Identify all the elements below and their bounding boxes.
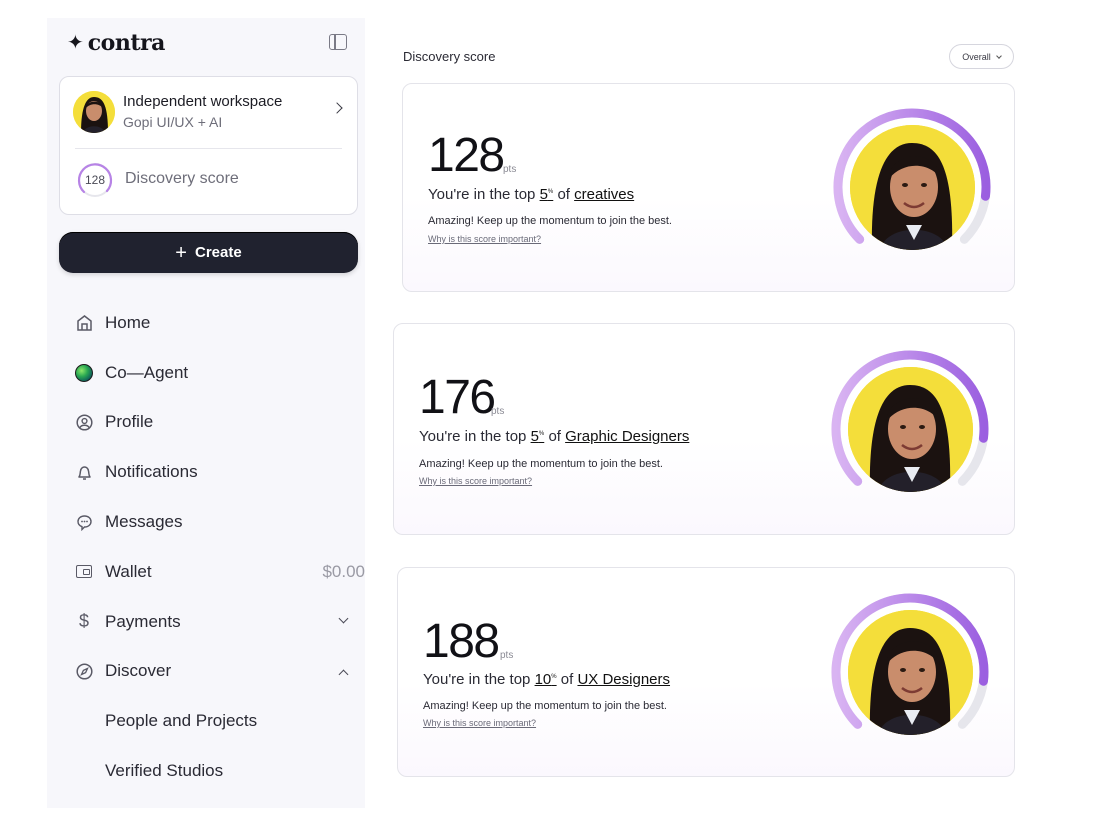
- sidebar-item-label: Home: [105, 312, 151, 332]
- sidebar-item-discover[interactable]: Discover: [75, 647, 349, 697]
- filter-dropdown[interactable]: Overall: [949, 44, 1014, 69]
- profile-photo: [847, 609, 973, 735]
- rank-percent-value: 10: [534, 671, 552, 688]
- collapse-sidebar-icon[interactable]: [329, 34, 347, 50]
- sidebar-subitem-verified-studios[interactable]: Verified Studios: [75, 746, 347, 796]
- score-points: 188: [423, 615, 500, 668]
- workspace-card[interactable]: Independent workspace Gopi UI/UX + AI 12…: [59, 76, 358, 215]
- score-message: Amazing! Keep up the momentum to join th…: [423, 700, 667, 712]
- plus-icon: +: [175, 241, 187, 264]
- profile-photo: [847, 366, 973, 492]
- rank-of: of: [560, 671, 574, 688]
- page-title: Discovery score: [403, 49, 496, 64]
- score-rank-line: You're in the top 5% of creatives: [428, 186, 634, 203]
- sidebar-item-label: Messages: [105, 512, 183, 532]
- score-message: Amazing! Keep up the momentum to join th…: [428, 215, 672, 227]
- sidebar-item-label: People and Projects: [105, 711, 258, 731]
- sidebar-nav: Home Co—Agent Profile Notifications Mess…: [75, 298, 365, 796]
- wallet-balance: $0.00: [322, 561, 365, 581]
- score-message: Amazing! Keep up the momentum to join th…: [419, 458, 663, 470]
- logo-row: ✦ contra: [67, 32, 347, 54]
- sidebar-item-label: Profile: [105, 412, 154, 432]
- create-button[interactable]: + Create: [59, 232, 358, 273]
- create-button-label: Create: [194, 244, 242, 261]
- rank-percent: 10%: [535, 671, 557, 688]
- sidebar-item-label: Notifications: [105, 462, 198, 482]
- rank-prefix: You're in the top: [419, 428, 527, 445]
- rank-of: of: [557, 186, 570, 203]
- chevron-up-icon[interactable]: [338, 669, 349, 680]
- score-card: 176 pts You're in the top 5% of Graphic …: [393, 323, 1015, 535]
- divider: [75, 148, 342, 149]
- rank-category-link[interactable]: Graphic Designers: [565, 428, 689, 445]
- score-info-link[interactable]: Why is this score important?: [428, 234, 541, 244]
- rank-percent-value: 5: [539, 186, 548, 203]
- dollar-icon: $: [78, 611, 89, 632]
- brand-mark-icon: ✦: [67, 32, 84, 54]
- percent-sign: %: [551, 674, 557, 680]
- sidebar-item-home[interactable]: Home: [75, 298, 347, 348]
- profile-icon: [75, 413, 93, 431]
- home-icon: [75, 314, 93, 332]
- rank-category-link[interactable]: creatives: [574, 186, 634, 203]
- rank-prefix: You're in the top: [428, 186, 536, 203]
- score-info-link[interactable]: Why is this score important?: [419, 476, 532, 486]
- chevron-down-icon: [995, 52, 1002, 59]
- sidebar-item-label: Discover: [105, 661, 172, 681]
- workspace-score-label: Discovery score: [125, 170, 239, 187]
- message-icon: [75, 513, 93, 531]
- rank-percent: 5%: [540, 186, 554, 203]
- score-rank-line: You're in the top 10% of UX Designers: [423, 671, 670, 688]
- sidebar-item-messages[interactable]: Messages: [75, 497, 347, 547]
- score-points: 176: [419, 371, 496, 424]
- rank-category-link[interactable]: UX Designers: [577, 671, 670, 688]
- brand-name: contra: [87, 30, 166, 56]
- rank-prefix: You're in the top: [423, 671, 531, 688]
- rank-percent: 5%: [531, 428, 545, 445]
- profile-photo: [849, 124, 975, 250]
- chevron-down-icon[interactable]: [338, 613, 349, 624]
- sidebar-item-label: Payments: [105, 611, 181, 631]
- sidebar-item-label: Verified Studios: [105, 761, 224, 781]
- score-card: 188 pts You're in the top 10% of UX Desi…: [397, 567, 1015, 777]
- chevron-right-icon: [331, 102, 343, 114]
- sidebar-item-notifications[interactable]: Notifications: [75, 447, 347, 497]
- compass-icon: [75, 662, 93, 680]
- score-rank-line: You're in the top 5% of Graphic Designer…: [419, 428, 689, 445]
- rank-percent-value: 5: [530, 428, 539, 445]
- agent-orb-icon: [75, 363, 93, 382]
- sidebar: ✦ contra Independent workspace Gopi UI/U…: [47, 18, 365, 808]
- score-points: 128: [428, 129, 505, 182]
- avatar: [73, 91, 115, 133]
- sidebar-item-wallet[interactable]: Wallet $0.00: [75, 547, 365, 597]
- percent-sign: %: [547, 189, 554, 195]
- sidebar-item-co-agent[interactable]: Co—Agent: [75, 348, 347, 398]
- score-card: 128 pts You're in the top 5% of creative…: [402, 83, 1015, 292]
- rank-of: of: [548, 428, 561, 445]
- score-unit: pts: [491, 406, 505, 417]
- filter-selected: Overall: [962, 51, 991, 62]
- sidebar-item-payments[interactable]: $ Payments: [75, 597, 349, 647]
- workspace-name: Independent workspace: [123, 93, 283, 110]
- score-unit: pts: [503, 164, 517, 175]
- workspace-score: 128: [84, 173, 106, 187]
- percent-sign: %: [538, 431, 545, 437]
- bell-icon: [75, 463, 93, 481]
- wallet-icon: [75, 563, 93, 581]
- workspace-subtitle: Gopi UI/UX + AI: [123, 114, 223, 130]
- sidebar-item-label: Wallet: [105, 561, 152, 581]
- score-ring-icon: 128: [76, 161, 114, 199]
- sidebar-subitem-people-and-projects[interactable]: People and Projects: [75, 696, 347, 746]
- brand-logo[interactable]: ✦ contra: [67, 32, 347, 54]
- sidebar-item-profile[interactable]: Profile: [75, 398, 347, 448]
- score-unit: pts: [500, 650, 514, 661]
- score-info-link[interactable]: Why is this score important?: [423, 718, 536, 728]
- sidebar-item-label: Co—Agent: [105, 362, 189, 382]
